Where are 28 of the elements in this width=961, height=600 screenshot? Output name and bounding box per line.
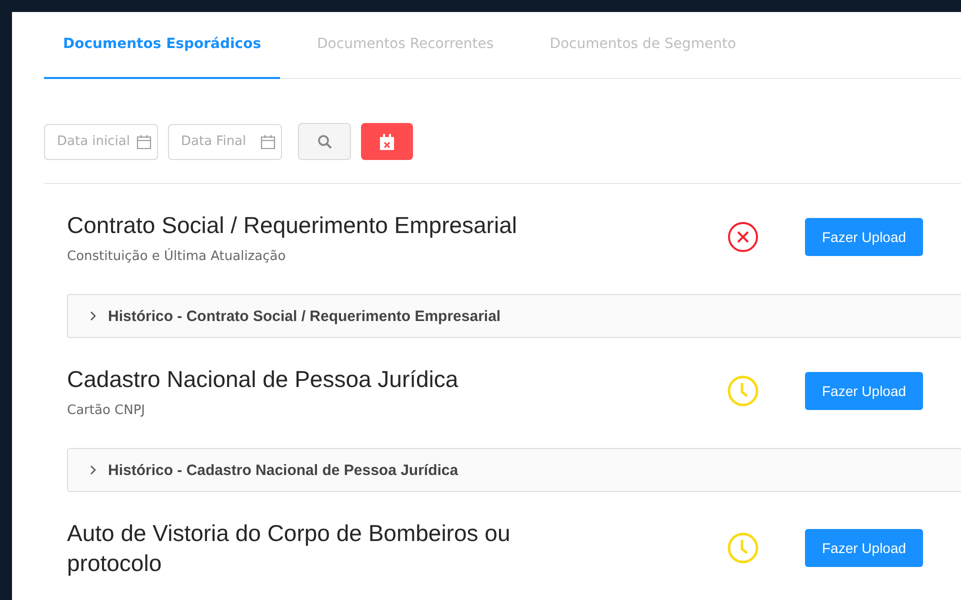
calendar-icon [260, 134, 276, 150]
document-subtitle: Constituição e Última Atualização [67, 249, 287, 264]
clock-icon [727, 375, 759, 407]
calendar-remove-icon [380, 134, 394, 150]
tab[interactable]: Documentos Recorrentes [298, 12, 513, 79]
calendar-icon [136, 134, 152, 150]
error-icon [727, 221, 759, 253]
clear-dates-button[interactable] [361, 123, 413, 160]
history-label: Histórico - Cadastro Nacional de Pessoa Jurídica [108, 462, 458, 478]
clock-icon [727, 532, 759, 564]
chevron-icon [88, 311, 98, 321]
upload-button[interactable]: Fazer Upload [805, 372, 924, 410]
upload-button[interactable]: Fazer Upload [805, 529, 924, 567]
history-panel-header[interactable]: Histórico - Contrato Social / Requerimento Empresarial [67, 294, 961, 338]
tab[interactable]: Documentos Esporádicos [44, 12, 280, 79]
end-date-field[interactable]: Data Final [168, 124, 282, 160]
document-subtitle: Cartão CNPJ [67, 403, 146, 418]
history-label: Histórico - Contrato Social / Requerimento Empresarial [108, 308, 501, 324]
search-button[interactable] [298, 123, 351, 160]
upload-button[interactable]: Fazer Upload [805, 218, 924, 256]
search-icon [316, 134, 332, 150]
document-title: Auto de Vistoria do Corpo de Bombeiros ou protocolo [67, 519, 512, 578]
chevron-icon [88, 465, 98, 475]
start-date-field[interactable]: Data inicial [44, 124, 158, 160]
document-title: Cadastro Nacional de Pessoa Jurídica [67, 365, 460, 394]
tab[interactable]: Documentos de Segmento [530, 12, 756, 79]
history-panel-header[interactable]: Histórico - Cadastro Nacional de Pessoa Jurídica [67, 448, 961, 492]
document-title: Contrato Social / Requerimento Empresarial [67, 211, 518, 240]
